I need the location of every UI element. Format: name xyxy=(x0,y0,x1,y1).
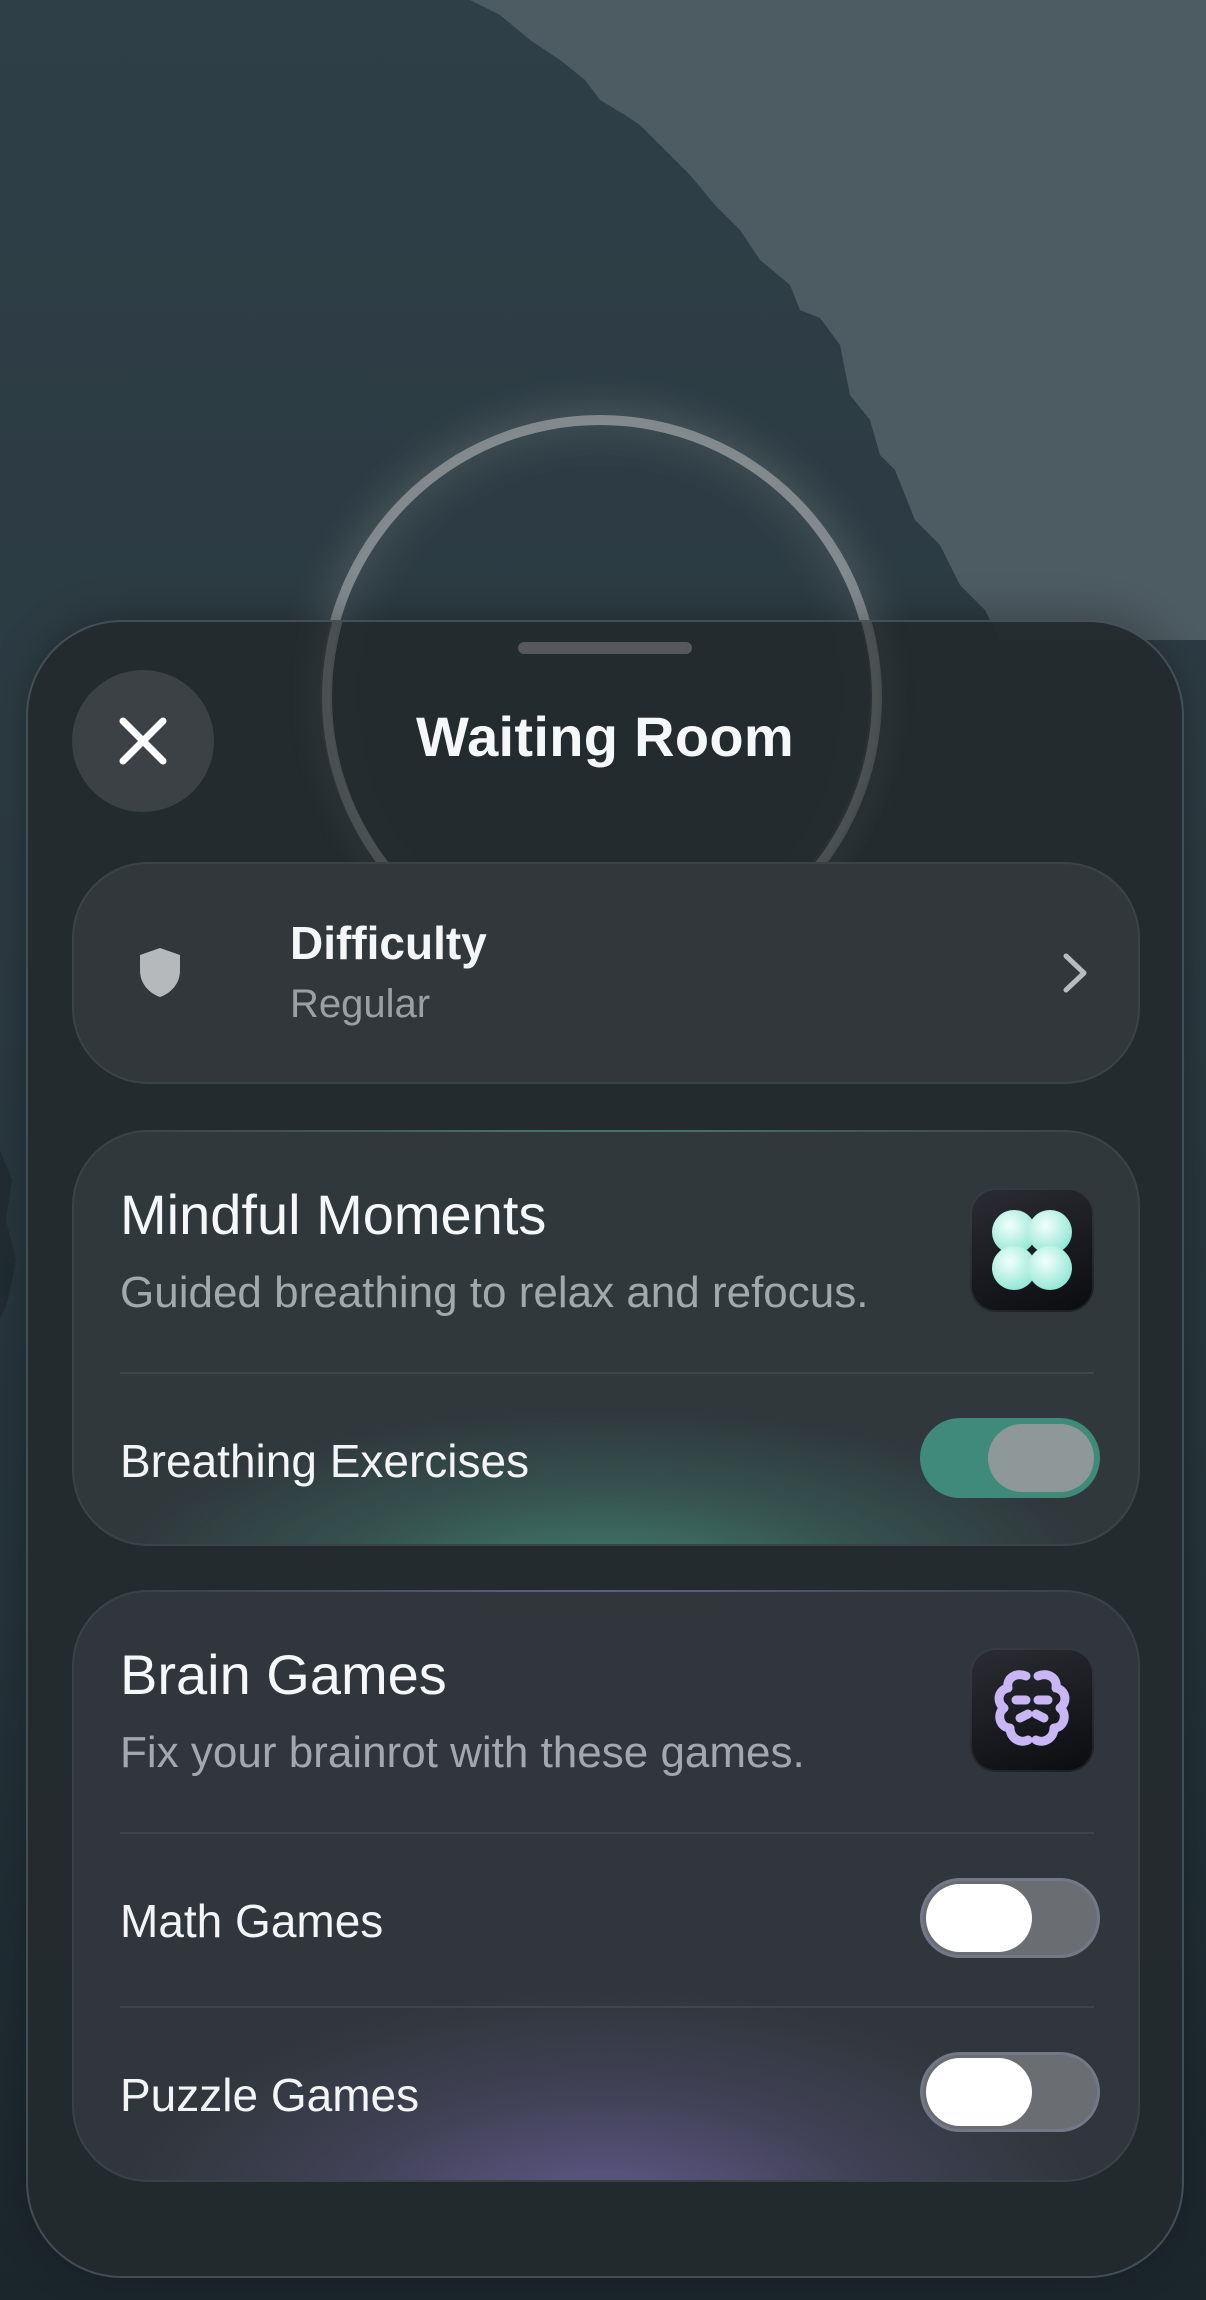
section-title: Mindful Moments xyxy=(120,1183,547,1246)
puzzle-games-toggle[interactable] xyxy=(920,2052,1100,2132)
breathing-exercises-label: Breathing Exercises xyxy=(120,1435,530,1487)
breathing-exercises-toggle[interactable] xyxy=(920,1418,1100,1498)
math-games-toggle[interactable] xyxy=(920,1878,1100,1958)
brain-games-card: Brain Games Fix your brainrot with these… xyxy=(72,1590,1140,2182)
toggle-knob xyxy=(926,1884,1032,1952)
shield-icon xyxy=(140,948,180,997)
toggle-knob xyxy=(926,2058,1032,2126)
brain-app-icon xyxy=(970,1648,1094,1772)
difficulty-row[interactable]: Difficulty Regular xyxy=(72,862,1140,1084)
breathing-app-icon xyxy=(970,1188,1094,1312)
difficulty-label: Difficulty xyxy=(290,917,487,969)
chevron-right-icon xyxy=(1063,953,1087,993)
sheet-grabber[interactable] xyxy=(518,642,692,654)
math-games-label: Math Games xyxy=(120,1895,384,1947)
page-title: Waiting Room xyxy=(416,705,794,768)
section-subtitle: Guided breathing to relax and refocus. xyxy=(120,1268,869,1317)
difficulty-value: Regular xyxy=(290,982,431,1026)
toggle-knob xyxy=(988,1424,1094,1492)
divider xyxy=(120,2006,1094,2008)
puzzle-games-label: Puzzle Games xyxy=(120,2069,420,2121)
divider xyxy=(120,1832,1094,1834)
section-title: Brain Games xyxy=(120,1643,447,1706)
section-subtitle: Fix your brainrot with these games. xyxy=(120,1728,805,1777)
divider xyxy=(120,1372,1094,1374)
mindful-moments-card: Mindful Moments Guided breathing to rela… xyxy=(72,1130,1140,1546)
waiting-room-sheet: Waiting Room Difficulty Regular Mindful … xyxy=(26,620,1184,2278)
